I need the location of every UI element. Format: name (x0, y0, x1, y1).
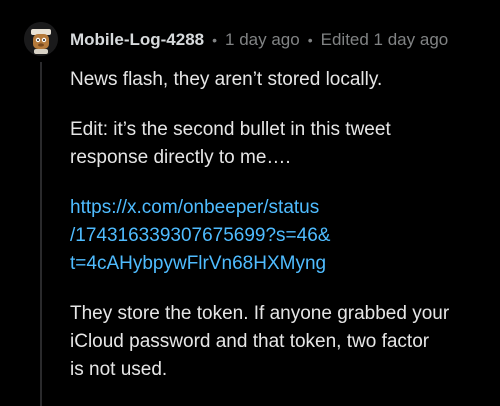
paragraph: They store the token. If anyone grabbed … (70, 300, 486, 384)
tweet-link-line[interactable]: t=4cAHybpywFlrVn68HXMyng (70, 250, 486, 278)
paragraph-text: iCloud password and that token, two fact… (70, 331, 430, 352)
paragraph-text: They store the token. If anyone grabbed … (70, 303, 450, 324)
avatar-icon (24, 22, 58, 56)
paragraph-text: News flash, they aren’t stored locally. (70, 69, 383, 90)
avatar[interactable] (24, 22, 58, 56)
comment: Mobile-Log-4288 • 1 day ago • Edited 1 d… (0, 0, 500, 406)
username[interactable]: Mobile-Log-4288 (70, 30, 204, 50)
tweet-link[interactable]: https://x.com/onbeeper/status /174316339… (70, 194, 486, 278)
paragraph-text: response directly to me…. (70, 147, 291, 168)
paragraph: Edit: it’s the second bullet in this twe… (70, 116, 486, 172)
separator-dot: • (212, 32, 218, 48)
thread-line[interactable] (40, 62, 42, 406)
paragraph-text: is not used. (70, 359, 168, 380)
edited-label: Edited 1 day ago (320, 30, 449, 49)
timestamp: 1 day ago (225, 30, 300, 49)
separator-dot: • (307, 32, 313, 48)
comment-body: News flash, they aren’t stored locally. … (70, 66, 486, 406)
comment-header: Mobile-Log-4288 • 1 day ago • Edited 1 d… (70, 26, 448, 54)
paragraph: News flash, they aren’t stored locally. (70, 66, 486, 94)
tweet-link-line[interactable]: /1743163393076756​99?s=46& (70, 222, 486, 250)
tweet-link-line[interactable]: https://x.com/onbeeper/status (70, 194, 486, 222)
paragraph-text: Edit: it’s the second bullet in this twe… (70, 119, 391, 140)
